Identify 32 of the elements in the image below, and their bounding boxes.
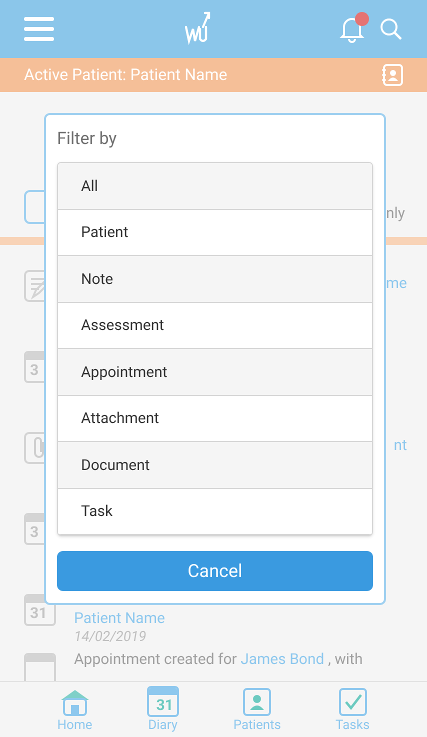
contact-card-icon[interactable]: [381, 64, 403, 86]
filter-option[interactable]: Task: [58, 488, 372, 535]
checkbox-icon: [338, 687, 368, 717]
filter-option[interactable]: Note: [58, 256, 372, 302]
person-icon: [242, 687, 272, 717]
cancel-button[interactable]: Cancel: [57, 551, 373, 591]
filter-option[interactable]: Document: [58, 442, 372, 488]
menu-button[interactable]: [24, 17, 54, 41]
filter-option[interactable]: Patient: [58, 210, 372, 256]
note-icon: [24, 270, 44, 302]
nav-tab[interactable]: Home: [57, 682, 92, 737]
activity-link[interactable]: nt: [394, 434, 407, 456]
activity-text: Appointment created for James Bond , with: [74, 649, 364, 669]
paperclip-icon: [24, 432, 44, 464]
dialog-title: Filter by: [57, 128, 118, 151]
nav-tab[interactable]: Tasks: [336, 682, 370, 737]
search-icon[interactable]: [379, 17, 403, 41]
nav-tab[interactable]: 31 Diary: [146, 682, 179, 737]
active-patient-label: Active Patient: Patient Name: [24, 64, 228, 86]
filter-option[interactable]: Attachment: [58, 396, 372, 442]
filter-option[interactable]: Assessment: [58, 302, 372, 349]
patient-link[interactable]: Patient Name: [74, 608, 403, 628]
person-link[interactable]: James Bond: [240, 650, 324, 668]
home-icon: [60, 687, 90, 717]
filter-option[interactable]: Appointment: [58, 349, 372, 396]
calendar-icon: 31: [146, 686, 179, 717]
filter-option[interactable]: All: [58, 163, 372, 210]
nav-tab[interactable]: Patients: [233, 682, 281, 737]
logo-icon: [182, 11, 210, 47]
activity-link[interactable]: me: [386, 272, 407, 294]
bell-icon[interactable]: [339, 15, 365, 43]
toggle-label: nly: [386, 202, 405, 224]
